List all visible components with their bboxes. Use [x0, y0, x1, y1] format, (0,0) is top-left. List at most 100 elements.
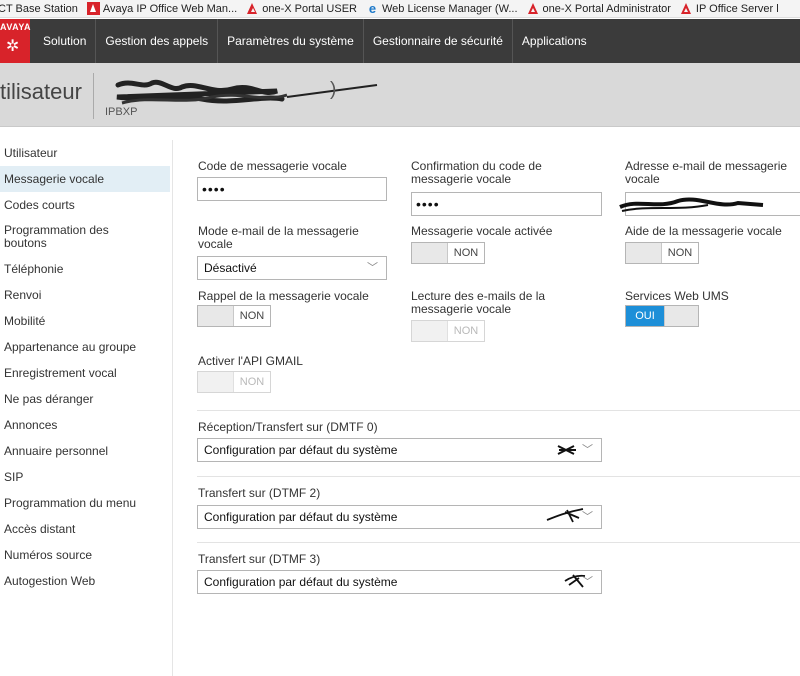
nav-system-settings[interactable]: Paramètres du système: [218, 19, 364, 63]
sidebar-item[interactable]: Accès distant: [0, 516, 170, 542]
bookmark-label: IP Office Server l: [695, 2, 779, 15]
avaya-logo[interactable]: AVAYA ✲: [0, 19, 32, 63]
logo-word: AVAYA: [0, 22, 32, 32]
dtmf3-label: Transfert sur (DTMF 3): [198, 552, 321, 566]
nav-call-management[interactable]: Gestion des appels: [96, 19, 219, 63]
bookmarks-bar: CT Base Station Avaya IP Office Web Man.…: [0, 0, 800, 18]
bookmark-ip-office-server[interactable]: IP Office Server l: [680, 2, 779, 15]
bookmark-label: one-X Portal Administrator: [542, 2, 671, 15]
sidebar-item[interactable]: Programmation des boutons: [0, 218, 150, 256]
toggle-state: OUI: [626, 306, 664, 326]
redaction-scribble: [115, 79, 378, 105]
sidebar-item[interactable]: Annuaire personnel: [0, 438, 170, 464]
vm-callback-label: Rappel de la messagerie vocale: [198, 289, 369, 303]
bookmark-web-license-manager[interactable]: e Web License Manager (W...: [366, 2, 518, 15]
sidebar-item[interactable]: Appartenance au groupe: [0, 334, 170, 360]
dtmf3-select[interactable]: Configuration par défaut du système ﹀: [197, 570, 602, 594]
page-header: tilisateur ) IPBXP: [0, 63, 800, 127]
toggle-knob: [664, 306, 698, 326]
sidebar: Utilisateur Messagerie vocale Codes courts…: [0, 140, 170, 594]
dtmf2-select[interactable]: Configuration par défaut du système ﹀: [197, 505, 602, 529]
bookmark-label: CT Base Station: [0, 2, 78, 15]
page-title: tilisateur: [0, 79, 82, 104]
toggle-knob: [626, 243, 662, 263]
nav-solution[interactable]: Solution: [30, 19, 97, 63]
sidebar-item[interactable]: SIP: [0, 464, 170, 490]
bookmark-label: one-X Portal USER: [262, 2, 357, 15]
select-value: Désactivé: [204, 261, 257, 275]
avaya-logo-icon: [86, 2, 100, 15]
scribble-mark: [557, 445, 576, 455]
section-divider: [197, 476, 800, 477]
sidebar-item[interactable]: Autogestion Web: [0, 568, 170, 594]
sidebar-item[interactable]: Téléphonie: [0, 256, 170, 282]
sidebar-item[interactable]: Renvoi: [0, 282, 170, 308]
internet-explorer-icon: e: [368, 1, 377, 16]
vm-callback-toggle[interactable]: NON: [197, 305, 271, 327]
avaya-logo-icon: [527, 2, 540, 15]
user-name-suffix: ): [330, 79, 337, 100]
bookmark-ip-office-web-manager[interactable]: Avaya IP Office Web Man...: [86, 2, 238, 15]
vm-help-label: Aide de la messagerie vocale: [625, 224, 782, 238]
vm-email-read-toggle[interactable]: NON: [411, 320, 485, 342]
dtmf2-label: Transfert sur (DTMF 2): [198, 486, 321, 500]
sidebar-item[interactable]: Mobilité: [0, 308, 170, 334]
dtmf0-label: Réception/Transfert sur (DMTF 0): [198, 420, 378, 434]
vm-code-confirm-label: Confirmation du code de messagerie vocal…: [411, 159, 542, 186]
sidebar-item[interactable]: Numéros source: [0, 542, 170, 568]
vm-email-mode-label: Mode e-mail de la messagerie vocale: [198, 224, 359, 251]
chevron-down-icon: ﹀: [582, 444, 593, 456]
chevron-down-icon: ﹀: [582, 511, 593, 523]
select-value: Configuration par défaut du système: [204, 443, 398, 457]
ums-web-toggle[interactable]: OUI: [625, 305, 699, 327]
nav-security-manager[interactable]: Gestionnaire de sécurité: [364, 19, 513, 63]
redaction-scribble: [619, 197, 764, 212]
bookmark-label: Web License Manager (W...: [381, 2, 518, 15]
toggle-state: NON: [239, 310, 265, 322]
vm-code-input[interactable]: ••••: [197, 177, 387, 201]
sidebar-item[interactable]: Ne pas déranger: [0, 386, 170, 412]
dtmf0-select[interactable]: Configuration par défaut du système ﹀: [197, 438, 602, 462]
toggle-knob: [412, 243, 448, 263]
avaya-logo-icon: [680, 2, 693, 15]
sidebar-item[interactable]: Annonces: [0, 412, 170, 438]
chevron-down-icon: ﹀: [367, 262, 378, 274]
toggle-state: NON: [453, 247, 479, 259]
sidebar-item[interactable]: Utilisateur: [0, 140, 170, 166]
vm-code-label: Code de messagerie vocale: [198, 159, 347, 173]
gmail-api-toggle[interactable]: NON: [197, 371, 271, 393]
bookmark-label: Avaya IP Office Web Man...: [102, 2, 238, 15]
toggle-state: NON: [667, 247, 693, 259]
vm-email-input[interactable]: [619, 192, 800, 216]
bookmark-onex-portal-admin[interactable]: one-X Portal Administrator: [527, 2, 671, 15]
vm-email-read-label: Lecture des e-mails de la messagerie voc…: [411, 289, 546, 316]
vm-email-label: Adresse e-mail de messagerie vocale: [625, 159, 788, 186]
select-value: Configuration par défaut du système: [204, 575, 398, 589]
sidebar-item[interactable]: Programmation du menu: [0, 490, 170, 516]
gmail-api-label: Activer l'API GMAIL: [198, 354, 303, 368]
section-divider: [197, 542, 800, 543]
avaya-logo-icon: [246, 2, 259, 15]
bookmark-ct-base-station[interactable]: CT Base Station: [0, 3, 78, 15]
sidebar-item[interactable]: Enregistrement vocal: [0, 360, 170, 386]
vm-enabled-label: Messagerie vocale activée: [411, 224, 553, 238]
vm-enabled-toggle[interactable]: NON: [411, 242, 485, 264]
top-navigation: AVAYA ✲ Solution Gestion des appels Para…: [0, 19, 800, 63]
sidebar-separator: [172, 140, 173, 676]
scribble-mark: [546, 508, 584, 523]
toggle-state: NON: [239, 376, 265, 388]
vm-email-mode-select[interactable]: Désactivé ﹀: [197, 256, 387, 280]
header-subtitle: IPBXP: [105, 106, 138, 118]
select-value: Configuration par défaut du système: [204, 510, 398, 524]
toggle-knob: [198, 306, 234, 326]
section-divider: [197, 410, 800, 411]
vm-help-toggle[interactable]: NON: [625, 242, 699, 264]
sidebar-item[interactable]: Codes courts: [0, 192, 170, 218]
vm-code-confirm-input[interactable]: ••••: [411, 192, 602, 216]
sidebar-item[interactable]: Messagerie vocale: [0, 166, 170, 192]
bookmark-onex-portal-user[interactable]: one-X Portal USER: [246, 2, 357, 15]
gear-icon: ✲: [6, 38, 20, 55]
toggle-state: NON: [453, 325, 479, 337]
toggle-knob: [198, 372, 234, 392]
nav-applications[interactable]: Applications: [513, 19, 596, 63]
